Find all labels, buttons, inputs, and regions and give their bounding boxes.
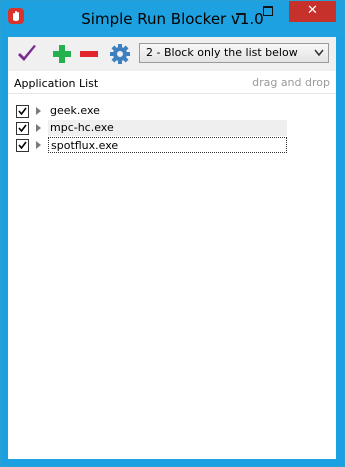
toolbar: 2 - Block only the list below [8, 37, 336, 71]
triangle-right-icon[interactable] [36, 107, 41, 115]
item-name: mpc-hc.exe [50, 121, 114, 134]
minus-icon [80, 51, 98, 57]
triangle-right-icon[interactable] [36, 124, 41, 132]
checkbox-checked-icon[interactable] [16, 139, 29, 152]
close-icon: ✕ [307, 3, 318, 18]
list-title: Application List [14, 77, 99, 90]
close-button[interactable]: ✕ [289, 1, 336, 22]
plus-icon [53, 45, 71, 63]
title-bar[interactable]: Simple Run Blocker v1.0 ✕ [1, 1, 344, 37]
settings-button[interactable] [109, 43, 131, 65]
list-header: Application List drag and drop [8, 71, 336, 94]
list-item[interactable]: spotflux.exe [8, 137, 289, 154]
maximize-button[interactable] [254, 1, 281, 22]
apply-button[interactable] [16, 43, 38, 65]
mode-select-value: 2 - Block only the list below [146, 46, 298, 59]
list-item[interactable]: geek.exe [8, 103, 289, 120]
list-item[interactable]: mpc-hc.exe [8, 120, 289, 137]
triangle-right-icon[interactable] [36, 141, 41, 149]
client-area: 2 - Block only the list below Applicatio… [8, 37, 336, 459]
remove-button[interactable] [78, 43, 100, 65]
app-window: Simple Run Blocker v1.0 ✕ 2 - Block only… [0, 0, 345, 467]
item-name: geek.exe [50, 104, 100, 117]
checkbox-checked-icon[interactable] [16, 105, 29, 118]
chevron-down-icon [314, 49, 324, 57]
checkbox-checked-icon[interactable] [16, 122, 29, 135]
mode-select[interactable]: 2 - Block only the list below [139, 43, 329, 63]
minimize-button[interactable] [227, 1, 254, 22]
add-button[interactable] [51, 43, 73, 65]
checkmark-icon [18, 45, 36, 61]
item-name: spotflux.exe [51, 139, 119, 152]
drag-drop-hint: drag and drop [252, 76, 330, 89]
gear-icon [110, 44, 130, 64]
